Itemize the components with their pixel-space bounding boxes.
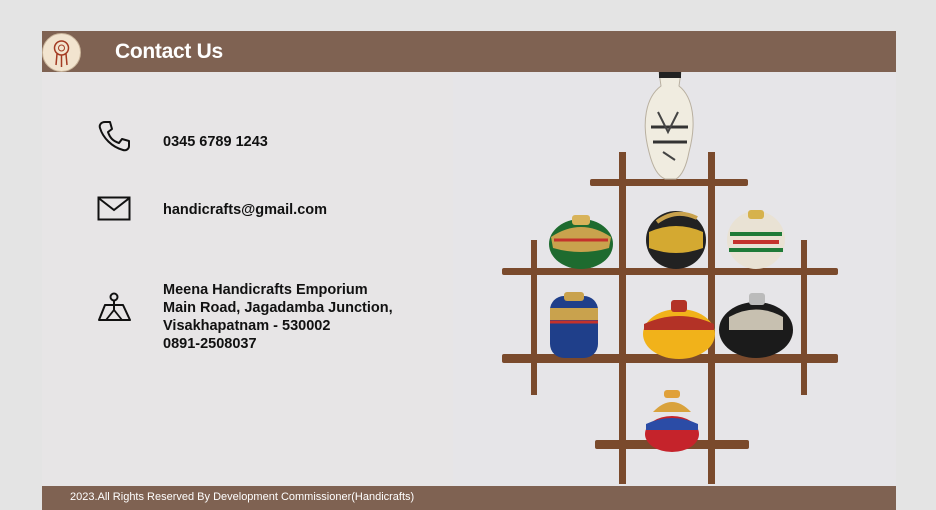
address-line: Main Road, Jagadamba Junction, (163, 300, 393, 316)
contact-info-panel: 0345 6789 1243 handicrafts@gmail.com Mee… (42, 72, 453, 486)
contact-page: Contact Us 0345 6789 1243 handicrafts@gm… (42, 31, 896, 510)
vase-image (644, 71, 694, 180)
mail-icon (97, 196, 131, 227)
address-line: Meena Handicrafts Emporium (163, 282, 368, 298)
phone-icon (97, 119, 131, 158)
shelf-image (453, 71, 896, 486)
address-block: Meena Handicrafts Emporium Main Road, Ja… (163, 281, 393, 353)
phone-number[interactable]: 0345 6789 1243 (163, 133, 268, 151)
header-bar: Contact Us (42, 31, 896, 72)
address-phone[interactable]: 0891-2508037 (163, 335, 393, 353)
dreamcatcher-logo-icon[interactable] (42, 33, 81, 72)
address-line: Visakhapatnam - 530002 (163, 318, 331, 334)
email-address[interactable]: handicrafts@gmail.com (163, 201, 327, 219)
footer-bar: 2023.All Rights Reserved By Development … (42, 486, 896, 510)
page-title: Contact Us (115, 40, 223, 63)
copyright-text: 2023.All Rights Reserved By Development … (70, 491, 415, 503)
map-pin-icon (97, 291, 133, 330)
